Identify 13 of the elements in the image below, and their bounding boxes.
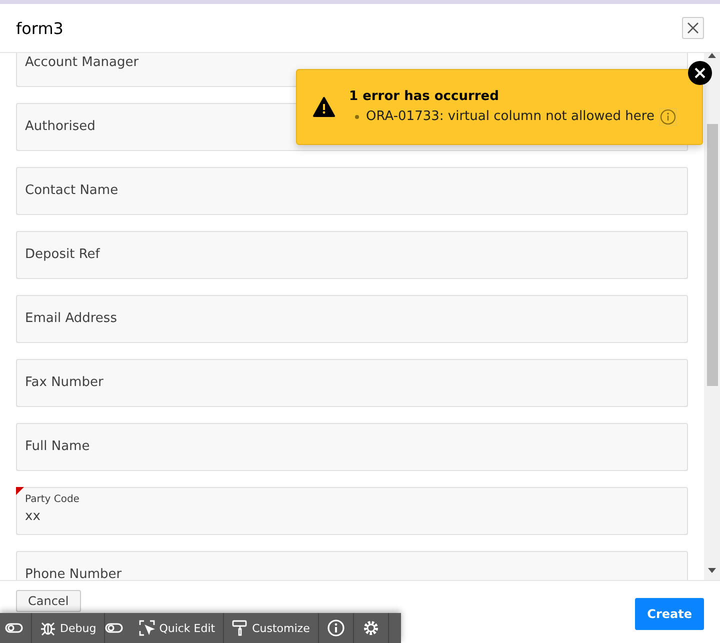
field-label: Account Manager: [25, 56, 139, 70]
field-label: Deposit Ref: [25, 248, 100, 262]
error-message: ORA-01733: virtual column not allowed here: [366, 109, 654, 124]
field-label: Full Name: [25, 440, 90, 454]
field-label: Fax Number: [25, 376, 104, 390]
field-value: xx: [25, 509, 42, 524]
field-label: Authorised: [25, 120, 96, 134]
field-label: Email Address: [25, 312, 117, 326]
field-label: Contact Name: [25, 184, 118, 198]
field-label: Phone Number: [25, 568, 122, 580]
field-label: Party Code: [25, 494, 80, 506]
dialog-title: form3: [16, 18, 64, 38]
notification-title: 1 error has occurred: [349, 88, 500, 104]
